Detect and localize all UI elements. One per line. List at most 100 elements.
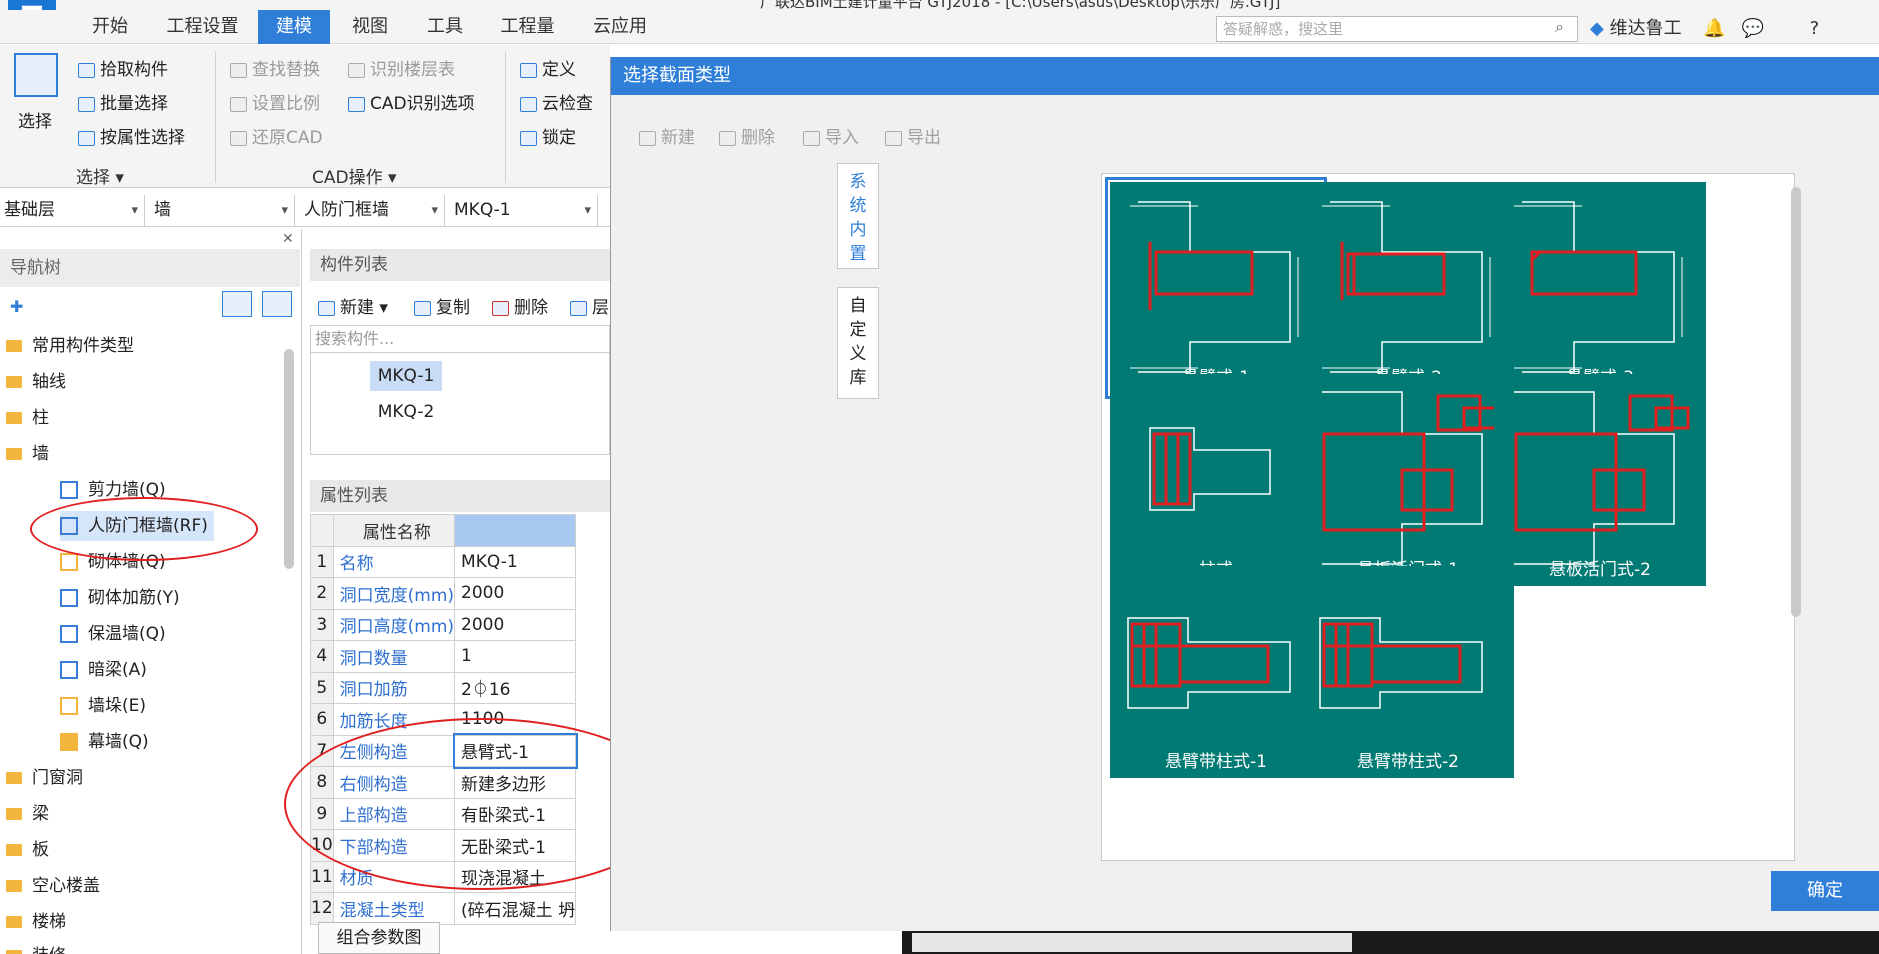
- new-component-button[interactable]: 新建 ▾: [318, 293, 388, 318]
- section-tile[interactable]: 悬臂带柱式-2: [1302, 566, 1514, 778]
- grid-view-icon[interactable]: [262, 291, 292, 317]
- floor-dropdown[interactable]: 基础层: [0, 195, 145, 226]
- tree-column[interactable]: 柱: [6, 403, 49, 433]
- component-dropdown[interactable]: MKQ-1: [450, 195, 598, 226]
- property-row[interactable]: 2 洞口宽度(mm) 2000: [310, 577, 577, 610]
- section-tile[interactable]: 悬臂式-1: [1105, 177, 1327, 399]
- masonry-wall-icon: [60, 553, 78, 571]
- define-button[interactable]: 定义: [520, 55, 576, 80]
- pick-component-button[interactable]: 拾取构件: [78, 55, 168, 80]
- tab-custom-library[interactable]: 自定义库: [837, 287, 879, 399]
- section-grid: 悬臂式-1悬臂式-2悬臂式-3 柱式悬板活门式-1 悬板活门式-2 悬臂带柱式-1 悬臂…: [1101, 173, 1795, 861]
- menu-start[interactable]: 开始: [80, 10, 140, 44]
- tree-hollow-floor[interactable]: 空心楼盖: [6, 871, 100, 901]
- copy-component-button[interactable]: 复制: [414, 293, 470, 318]
- dialog-import-button[interactable]: 导入: [803, 123, 859, 148]
- property-row-number: 3: [310, 608, 334, 641]
- tree-decoration[interactable]: 装修: [6, 943, 66, 954]
- cloud-check-button[interactable]: 云检查: [520, 89, 593, 114]
- menu-project-settings[interactable]: 工程设置: [155, 10, 250, 44]
- section-type-dialog: 选择截面类型 新建 删除 导入 导出 系统内置 自定义库 悬臂式-1悬臂式-2悬…: [610, 57, 1879, 931]
- highlight-circle: [30, 497, 258, 561]
- component-item-mkq1[interactable]: MKQ-1: [370, 361, 442, 391]
- select-by-attr-button[interactable]: 按属性选择: [78, 123, 185, 148]
- tree-masonry-rebar[interactable]: 砌体加筋(Y): [60, 583, 180, 613]
- property-row[interactable]: 5 洞口加筋 2⏀16: [310, 671, 577, 704]
- set-scale-button[interactable]: 设置比例: [230, 89, 320, 114]
- group-cad-label[interactable]: CAD操作 ▾: [312, 163, 397, 188]
- property-value[interactable]: 2⏀16: [454, 671, 577, 704]
- ok-button[interactable]: 确定: [1771, 871, 1879, 911]
- tree-stairs[interactable]: 楼梯: [6, 907, 66, 937]
- list-view-icon[interactable]: [222, 291, 252, 317]
- tree-wall[interactable]: 墙: [6, 439, 49, 469]
- property-value[interactable]: 2000: [454, 608, 577, 641]
- section-tile[interactable]: 悬臂式-2: [1302, 182, 1514, 394]
- menu-cloud[interactable]: 云应用: [580, 10, 660, 44]
- select-button[interactable]: 选择: [18, 107, 52, 132]
- property-row[interactable]: 3 洞口高度(mm) 2000: [310, 608, 577, 641]
- tree-curtain-wall[interactable]: 幕墙(Q): [60, 727, 149, 757]
- tree-axis[interactable]: 轴线: [6, 367, 66, 397]
- property-value[interactable]: 1: [454, 640, 577, 673]
- find-replace-button[interactable]: 查找替换: [230, 55, 320, 80]
- tree-insulation-wall[interactable]: 保温墙(Q): [60, 619, 166, 649]
- menu-modeling[interactable]: 建模: [258, 10, 330, 44]
- param-diagram-button[interactable]: 组合参数图: [318, 922, 440, 954]
- nav-tree-title: 导航树: [0, 249, 300, 287]
- menu-tools[interactable]: 工具: [415, 10, 475, 44]
- search-input[interactable]: 答疑解惑，搜这里: [1216, 16, 1578, 42]
- section-tile[interactable]: 悬板活门式-2: [1494, 374, 1706, 586]
- property-name-header: 属性名称: [332, 514, 456, 547]
- section-tile[interactable]: 柱式: [1110, 374, 1322, 586]
- component-search-input[interactable]: 搜索构件...: [310, 325, 610, 353]
- section-tile[interactable]: 悬臂带柱式-1: [1110, 566, 1322, 778]
- menu-quantity[interactable]: 工程量: [490, 10, 565, 44]
- category-dropdown[interactable]: 墙: [150, 195, 295, 226]
- tree-hidden-beam[interactable]: 暗梁(A): [60, 655, 147, 685]
- section-tile[interactable]: 悬板活门式-1: [1302, 374, 1514, 586]
- tree-pilaster[interactable]: 墙垛(E): [60, 691, 146, 721]
- cad-options-button[interactable]: CAD识别选项: [348, 89, 475, 114]
- type-dropdown[interactable]: 人防门框墙: [300, 195, 445, 226]
- menu-view[interactable]: 视图: [340, 10, 400, 44]
- help-label[interactable]: ?: [1810, 18, 1820, 39]
- property-value[interactable]: (碎石混凝土 坍: [454, 892, 577, 925]
- layer-button[interactable]: 层: [570, 293, 609, 318]
- nav-scrollbar[interactable]: [284, 349, 294, 569]
- property-row[interactable]: 1 名称 MKQ-1: [310, 545, 577, 578]
- lock-button[interactable]: 锁定: [520, 123, 576, 148]
- group-select-label[interactable]: 选择 ▾: [76, 163, 124, 188]
- identify-floor-table-button[interactable]: 识别楼层表: [348, 55, 455, 80]
- add-icon[interactable]: ✚: [10, 297, 23, 316]
- section-tile[interactable]: 悬臂式-3: [1494, 182, 1706, 394]
- property-name: 洞口宽度(mm): [332, 577, 456, 610]
- brand-label[interactable]: 维达鲁工: [1610, 18, 1682, 39]
- property-row[interactable]: 12 混凝土类型 (碎石混凝土 坍: [310, 892, 577, 925]
- select-icon[interactable]: [14, 53, 58, 97]
- delete-component-button[interactable]: 删除: [492, 293, 548, 318]
- dialog-delete-button[interactable]: 删除: [719, 123, 775, 148]
- property-row[interactable]: 4 洞口数量 1: [310, 640, 577, 673]
- bell-icon[interactable]: 🔔: [1703, 18, 1725, 39]
- component-item-mkq2[interactable]: MKQ-2: [370, 397, 442, 427]
- pilaster-icon: [60, 697, 78, 715]
- tab-system-builtin[interactable]: 系统内置: [837, 163, 879, 269]
- property-value[interactable]: 2000: [454, 577, 577, 610]
- dialog-export-button[interactable]: 导出: [885, 123, 941, 148]
- restore-cad-button[interactable]: 还原CAD: [230, 123, 323, 148]
- chat-icon[interactable]: 💬: [1741, 18, 1763, 39]
- grid-scrollbar[interactable]: [1791, 187, 1801, 617]
- folder-icon: [6, 376, 22, 388]
- tree-common-types[interactable]: 常用构件类型: [6, 331, 134, 361]
- dialog-new-button[interactable]: 新建: [639, 123, 695, 148]
- tree-slab[interactable]: 板: [6, 835, 49, 865]
- tree-openings[interactable]: 门窗洞: [6, 763, 83, 793]
- close-icon[interactable]: ✕: [282, 231, 294, 247]
- batch-select-button[interactable]: 批量选择: [78, 89, 168, 114]
- folder-icon: [6, 844, 22, 856]
- tree-beam[interactable]: 梁: [6, 799, 49, 829]
- property-row-number: 6: [310, 703, 334, 736]
- search-icon[interactable]: ⌕: [1555, 17, 1564, 37]
- property-value[interactable]: MKQ-1: [454, 545, 577, 578]
